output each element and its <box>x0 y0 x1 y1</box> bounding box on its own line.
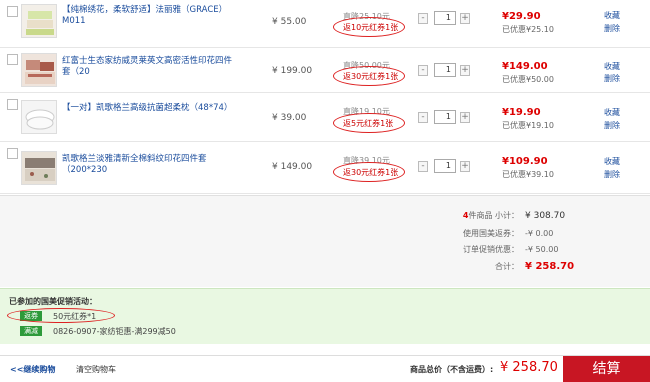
unit-price: ¥ 149.00 <box>272 162 313 172</box>
coupon-label: 使用国美返券： <box>463 229 519 238</box>
promo-value: -¥ 50.00 <box>525 245 559 254</box>
discount-badge: 满减 <box>20 326 42 336</box>
promo-line: 订单促销优惠： -¥ 50.00 <box>463 244 577 255</box>
continue-shopping-link[interactable]: <<继续购物 <box>10 364 55 375</box>
cart-item-row: 凯歌格兰淡雅清新全棉斜纹印花四件套（200*230 ¥ 149.00 直降39.… <box>0 142 650 194</box>
promotions-panel: 已参加的国美促销活动： 返券 50元红券*1 满减 0826-0907-家纺钜惠… <box>0 288 650 344</box>
delete-link[interactable]: 删除 <box>604 73 620 84</box>
favorite-link[interactable]: 收藏 <box>604 107 620 118</box>
product-name-link[interactable]: 凯歌格兰淡雅清新全棉斜纹印花四件套（200*230 <box>62 154 237 176</box>
product-thumbnail[interactable] <box>21 100 57 134</box>
cart-item-row: 【一对】凯歌格兰高级抗菌超柔枕（48*74） ¥ 39.00 直降19.10元 … <box>0 93 650 142</box>
decrease-button[interactable]: - <box>418 64 428 76</box>
decrease-button[interactable]: - <box>418 111 428 123</box>
cart-item-row: 红富士生态家纺威灵莱英文高密活性印花四件套（20 ¥ 199.00 直降50.0… <box>0 48 650 93</box>
total-label: 合计： <box>495 262 519 271</box>
subtotal-label: 件商品 小计： <box>468 211 519 220</box>
product-thumbnail[interactable] <box>21 151 57 185</box>
coupon-value: -¥ 0.00 <box>525 229 554 238</box>
item-subtotal: ¥109.90 <box>502 156 548 167</box>
coupon-highlight-oval <box>333 66 405 86</box>
product-name-link[interactable]: 红富士生态家纺威灵莱英文高密活性印花四件套（20 <box>62 56 237 78</box>
quantity-stepper: - 1 + <box>418 63 470 77</box>
item-checkbox[interactable] <box>7 99 18 110</box>
subtotal-value: ¥ 308.70 <box>525 211 566 221</box>
quantity-stepper: - 1 + <box>418 11 470 25</box>
unit-price: ¥ 55.00 <box>272 17 307 27</box>
unit-price: ¥ 39.00 <box>272 113 307 123</box>
checkout-button[interactable]: 结算 <box>563 356 650 382</box>
favorite-link[interactable]: 收藏 <box>604 61 620 72</box>
increase-button[interactable]: + <box>460 111 470 123</box>
cart-item-list: 【纯棉绣花，柔软舒适】法丽雅（GRACE）M011 ¥ 55.00 直降25.1… <box>0 0 650 194</box>
order-summary: 4件商品 小计： ¥ 308.70 使用国美返券： -¥ 0.00 订单促销优惠： -… <box>0 195 650 287</box>
product-thumbnail[interactable] <box>21 53 57 87</box>
item-subtotal: ¥29.90 <box>502 11 541 22</box>
quantity-stepper: - 1 + <box>418 110 470 124</box>
delete-link[interactable]: 删除 <box>604 23 620 34</box>
coupon-highlight-oval <box>333 162 405 182</box>
discount-promo-text: 0826-0907-家纺钜惠-满299减50 <box>53 327 176 336</box>
quantity-input[interactable]: 1 <box>434 159 456 173</box>
increase-button[interactable]: + <box>460 64 470 76</box>
cart-item-row: 【纯棉绣花，柔软舒适】法丽雅（GRACE）M011 ¥ 55.00 直降25.1… <box>0 0 650 48</box>
favorite-link[interactable]: 收藏 <box>604 10 620 21</box>
item-checkbox[interactable] <box>7 6 18 17</box>
coupon-highlight-oval <box>333 113 405 133</box>
increase-button[interactable]: + <box>460 160 470 172</box>
promo-highlight-oval <box>7 308 115 323</box>
favorite-link[interactable]: 收藏 <box>604 156 620 167</box>
item-saved: 已优惠¥19.10 <box>502 121 554 130</box>
coupon-line: 使用国美返券： -¥ 0.00 <box>463 228 577 239</box>
item-saved: 已优惠¥39.10 <box>502 170 554 179</box>
quantity-stepper: - 1 + <box>418 159 470 173</box>
decrease-button[interactable]: - <box>418 160 428 172</box>
total-line: 合计： ¥ 258.70 <box>495 261 577 272</box>
delete-link[interactable]: 删除 <box>604 120 620 131</box>
clear-cart-link[interactable]: 清空购物车 <box>76 364 116 375</box>
promotions-title: 已参加的国美促销活动： <box>9 297 97 306</box>
product-name-link[interactable]: 【纯棉绣花，柔软舒适】法丽雅（GRACE）M011 <box>62 5 237 27</box>
item-saved: 已优惠¥50.00 <box>502 75 554 84</box>
item-checkbox[interactable] <box>7 54 18 65</box>
coupon-highlight-oval <box>333 17 405 37</box>
cart-footer: <<继续购物 清空购物车 商品总价（不含运费）: ¥ 258.70 结算 <box>0 355 650 382</box>
item-subtotal: ¥19.90 <box>502 107 541 118</box>
quantity-input[interactable]: 1 <box>434 110 456 124</box>
unit-price: ¥ 199.00 <box>272 66 313 76</box>
quantity-input[interactable]: 1 <box>434 11 456 25</box>
delete-link[interactable]: 删除 <box>604 169 620 180</box>
total-value: ¥ 258.70 <box>525 261 575 272</box>
grand-total-label: 商品总价（不含运费）: <box>410 365 494 374</box>
subtotal-line: 4件商品 小计： ¥ 308.70 <box>463 210 577 221</box>
item-checkbox[interactable] <box>7 148 18 159</box>
promo-label: 订单促销优惠： <box>463 245 519 254</box>
decrease-button[interactable]: - <box>418 12 428 24</box>
grand-total-value: ¥ 258.70 <box>500 360 558 375</box>
item-subtotal: ¥149.00 <box>502 61 548 72</box>
quantity-input[interactable]: 1 <box>434 63 456 77</box>
product-name-link[interactable]: 【一对】凯歌格兰高级抗菌超柔枕（48*74） <box>62 103 237 114</box>
item-saved: 已优惠¥25.10 <box>502 25 554 34</box>
increase-button[interactable]: + <box>460 12 470 24</box>
product-thumbnail[interactable] <box>21 4 57 38</box>
